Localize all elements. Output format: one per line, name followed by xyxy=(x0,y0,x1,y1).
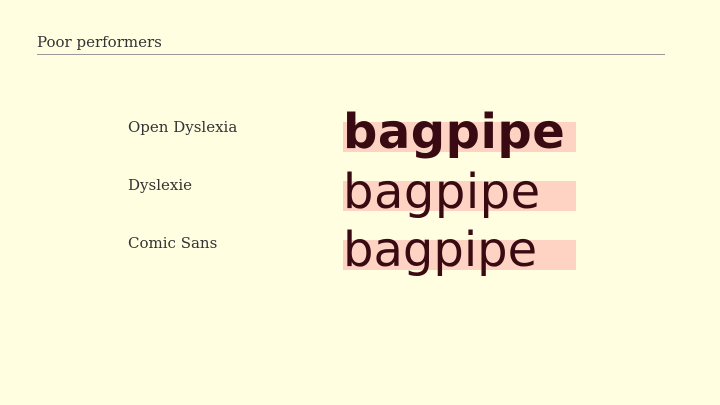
font-label-dyslexie: Dyslexie xyxy=(128,176,193,194)
font-label-comic-sans: Comic Sans xyxy=(128,234,218,252)
font-label-open-dyslexia: Open Dyslexia xyxy=(128,118,238,136)
slide: { "slide": { "heading": "Poor performers… xyxy=(0,0,720,405)
font-sample-comic-sans: bagpipe xyxy=(343,222,538,278)
slide-heading: Poor performers xyxy=(37,33,162,51)
font-sample-dyslexie: bagpipe xyxy=(343,164,541,220)
font-sample-open-dyslexia: bagpipe xyxy=(343,104,566,160)
heading-divider xyxy=(37,54,665,55)
